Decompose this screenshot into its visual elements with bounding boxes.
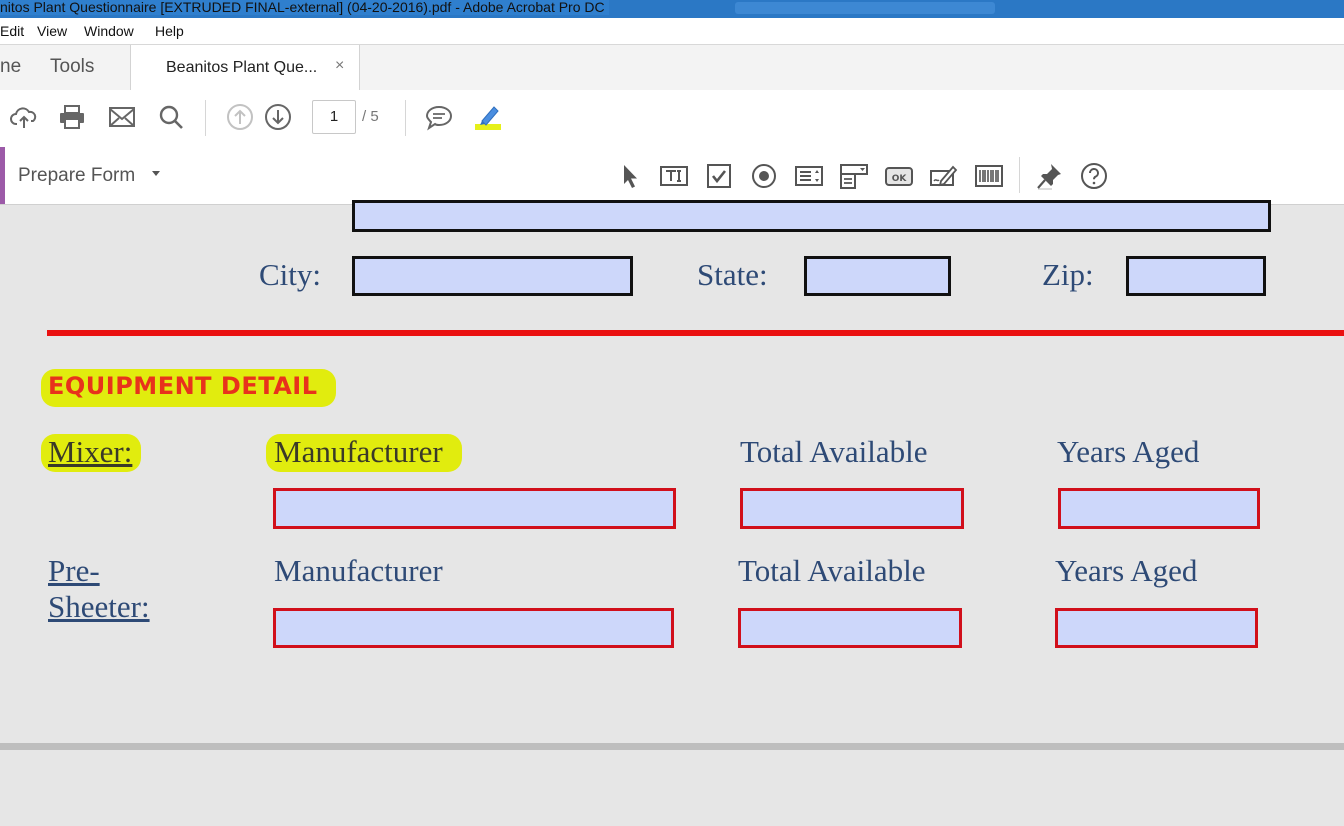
tool-accent — [0, 147, 5, 204]
state-label: State: — [697, 257, 768, 292]
presheeter-years-aged-field[interactable] — [1055, 608, 1258, 648]
home-tab[interactable]: ne — [0, 56, 21, 78]
prepare-form-menu[interactable]: Prepare Form — [18, 165, 135, 187]
tools-tab[interactable]: Tools — [50, 56, 94, 78]
search-icon[interactable] — [156, 102, 186, 132]
mixer-total-available-label: Total Available — [740, 434, 928, 469]
presheeter-manufacturer-field[interactable] — [273, 608, 674, 648]
mixer-manufacturer-field[interactable] — [273, 488, 676, 529]
comment-icon[interactable] — [424, 102, 454, 132]
zip-field[interactable] — [1126, 256, 1266, 296]
page-down-icon[interactable] — [263, 102, 293, 132]
state-field[interactable] — [804, 256, 951, 296]
highlighter-icon[interactable] — [473, 102, 503, 132]
button-ok-icon[interactable]: OK — [884, 161, 914, 191]
menu-help[interactable]: Help — [155, 23, 184, 39]
menu-bar: Edit View Window Help — [0, 18, 1344, 44]
zip-label: Zip: — [1042, 257, 1094, 292]
main-toolbar: 1 / 5 — [0, 90, 1344, 148]
pin-icon[interactable] — [1034, 161, 1064, 191]
page-up-icon[interactable] — [225, 102, 255, 132]
signature-icon[interactable] — [929, 161, 959, 191]
presheeter-years-aged-label: Years Aged — [1055, 553, 1198, 588]
top-tabs: ne Tools Beanitos Plant Que... × — [0, 44, 1344, 91]
title-bar: nitos Plant Questionnaire [EXTRUDED FINA… — [0, 0, 1344, 18]
city-field[interactable] — [352, 256, 633, 296]
radio-button-icon[interactable] — [749, 161, 779, 191]
prepare-form-bar: Prepare Form OK — [0, 147, 1344, 205]
window-title: nitos Plant Questionnaire [EXTRUDED FINA… — [0, 0, 609, 15]
mixer-years-aged-label: Years Aged — [1057, 434, 1200, 469]
close-tab-icon[interactable]: × — [335, 57, 344, 75]
email-icon[interactable] — [107, 102, 137, 132]
section-divider — [47, 330, 1344, 336]
blurred-title-area — [735, 2, 995, 14]
upload-icon[interactable] — [9, 102, 39, 132]
address-field[interactable] — [352, 200, 1271, 232]
presheeter-total-available-field[interactable] — [738, 608, 962, 648]
presheeter-label-line1: Pre- — [48, 553, 100, 588]
mixer-years-aged-field[interactable] — [1058, 488, 1260, 529]
document-tab[interactable]: Beanitos Plant Que... × — [130, 45, 360, 90]
menu-edit[interactable]: Edit — [0, 23, 24, 39]
section-title: EQUIPMENT DETAIL — [48, 372, 318, 400]
list-box-icon[interactable] — [794, 161, 824, 191]
presheeter-total-available-label: Total Available — [738, 553, 926, 588]
text-field-icon[interactable] — [659, 161, 689, 191]
mixer-label: Mixer: — [48, 434, 133, 469]
page-total: / 5 — [362, 108, 379, 125]
city-label: City: — [259, 257, 322, 292]
toolbar-separator — [1019, 157, 1020, 193]
menu-view[interactable]: View — [37, 23, 67, 39]
mixer-manufacturer-label: Manufacturer — [274, 434, 443, 469]
document-tab-label: Beanitos Plant Que... — [166, 59, 318, 76]
mixer-total-available-field[interactable] — [740, 488, 964, 529]
presheeter-manufacturer-label: Manufacturer — [274, 553, 443, 588]
barcode-icon[interactable] — [974, 161, 1004, 191]
chevron-down-icon[interactable] — [152, 171, 160, 176]
menu-window[interactable]: Window — [84, 23, 134, 39]
button-ok-text: OK — [892, 174, 908, 184]
presheeter-label-line2: Sheeter: — [48, 589, 150, 624]
toolbar-separator — [405, 100, 406, 136]
page-number-input[interactable]: 1 — [312, 100, 356, 134]
print-icon[interactable] — [57, 102, 87, 132]
checkbox-icon[interactable] — [704, 161, 734, 191]
toolbar-separator — [205, 100, 206, 136]
dropdown-icon[interactable] — [839, 161, 869, 191]
help-icon[interactable] — [1079, 161, 1109, 191]
page-boundary — [0, 743, 1344, 750]
select-cursor-icon[interactable] — [614, 161, 644, 191]
